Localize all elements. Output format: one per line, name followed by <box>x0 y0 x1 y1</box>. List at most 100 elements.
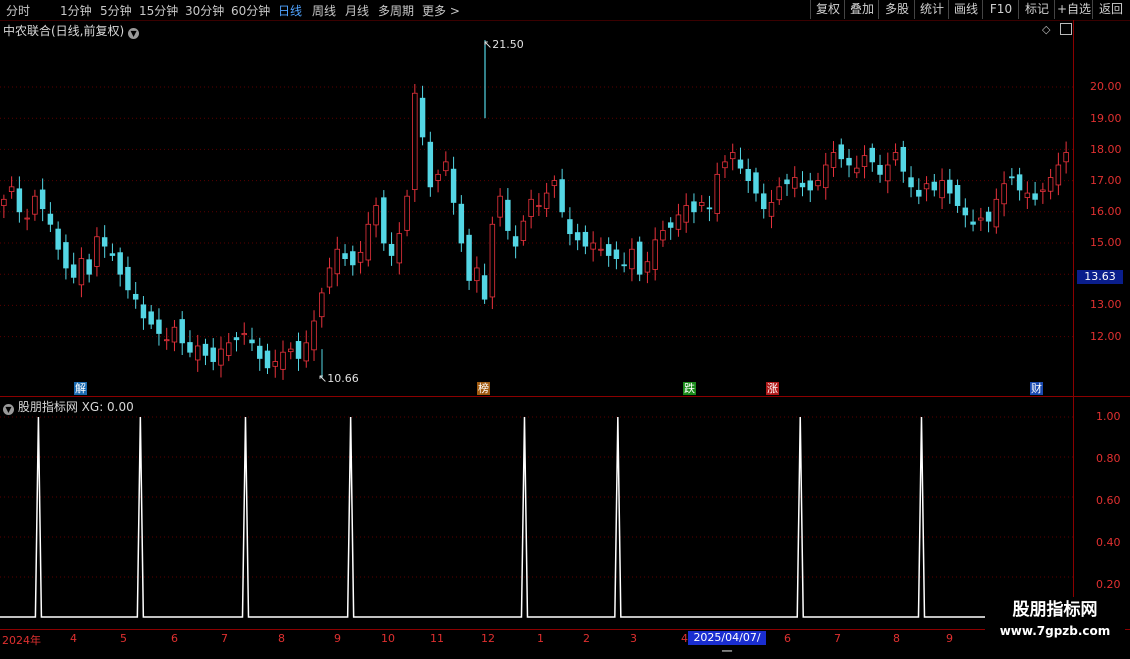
price-tick: 13.00 <box>1090 298 1122 311</box>
tab-5min[interactable]: 5分钟 <box>100 2 132 19</box>
mark-button[interactable]: 标记 <box>1018 0 1055 19</box>
event-badge-finance[interactable]: 财 <box>1030 382 1043 395</box>
add-watchlist-button[interactable]: +自选 <box>1054 0 1093 19</box>
candle-body <box>729 152 736 160</box>
x-tick: 7 <box>834 632 841 645</box>
f10-button[interactable]: F10 <box>982 0 1019 19</box>
candle-body <box>807 180 813 191</box>
candle <box>590 231 596 262</box>
candle-body <box>877 164 883 175</box>
event-badge-rise[interactable]: 涨 <box>766 382 779 395</box>
candle-body <box>241 333 247 336</box>
candle <box>520 215 527 246</box>
indicator-tick: 0.80 <box>1096 452 1121 465</box>
x-tick: 1 <box>537 632 544 645</box>
candle-body <box>667 222 674 228</box>
candle-body <box>474 267 480 282</box>
candle <box>365 212 372 267</box>
candle <box>605 237 612 267</box>
candle <box>854 155 860 179</box>
price-panel-right-border <box>1073 20 1074 397</box>
tab-weekly[interactable]: 周线 <box>312 2 336 19</box>
candle <box>807 172 813 203</box>
tab-15min[interactable]: 15分钟 <box>139 2 178 19</box>
candle <box>947 168 953 204</box>
candle <box>264 343 271 375</box>
candle-body <box>900 146 907 172</box>
candle <box>194 334 201 372</box>
fuquan-button[interactable]: 复权 <box>810 0 845 19</box>
candle-body <box>1001 183 1007 205</box>
candle <box>466 228 472 290</box>
tab-multi-period[interactable]: 多周期 <box>378 2 414 19</box>
multi-stock-button[interactable]: 多股 <box>878 0 915 19</box>
tab-monthly[interactable]: 月线 <box>345 2 369 19</box>
draw-line-button[interactable]: 画线 <box>948 0 983 19</box>
candle-body <box>295 341 302 359</box>
candle <box>559 168 565 218</box>
candle-body <box>78 258 85 286</box>
candle <box>163 327 170 350</box>
candle-body <box>202 343 209 356</box>
candle <box>629 238 635 282</box>
candle <box>450 156 457 215</box>
event-badge-fall[interactable]: 跌 <box>683 382 696 395</box>
tab-30min[interactable]: 30分钟 <box>185 2 224 19</box>
candle-body <box>101 237 108 247</box>
indicator-tick: 1.00 <box>1096 410 1121 423</box>
candle <box>350 245 356 276</box>
candle <box>792 166 798 198</box>
candle <box>481 263 488 304</box>
candle-body <box>16 188 23 213</box>
x-tick: 12 <box>481 632 495 645</box>
x-tick: 6 <box>784 632 791 645</box>
price-tick: 20.00 <box>1090 80 1122 93</box>
candle <box>1032 181 1038 206</box>
candle-body <box>497 195 503 218</box>
candle <box>396 222 403 275</box>
stats-button[interactable]: 统计 <box>914 0 949 19</box>
tab-daily[interactable]: 日线 <box>278 2 302 19</box>
tab-more[interactable]: 更多 > <box>422 2 460 19</box>
price-tick: 18.00 <box>1090 143 1122 156</box>
candle-body <box>636 241 643 275</box>
watermark: 股朋指标网 www.7gpzb.com <box>985 597 1125 645</box>
candle <box>233 332 240 352</box>
candle-body <box>140 304 147 319</box>
candle <box>8 176 15 199</box>
candle <box>939 168 945 210</box>
candle-body <box>350 251 356 266</box>
candle-body <box>1047 177 1054 192</box>
candle <box>241 322 247 345</box>
candle-body <box>931 181 938 191</box>
tab-60min[interactable]: 60分钟 <box>231 2 270 19</box>
event-badge-list[interactable]: 榜 <box>477 382 490 395</box>
candle-body <box>280 351 286 370</box>
tab-fenshi[interactable]: 分时 <box>6 2 30 19</box>
candlestick-chart <box>0 40 1073 380</box>
x-tick: 5 <box>120 632 127 645</box>
candle <box>117 247 123 287</box>
back-button[interactable]: 返回 <box>1092 0 1129 19</box>
x-tick: 11 <box>430 632 444 645</box>
candle-body <box>94 236 100 267</box>
candle-body <box>978 217 984 221</box>
candle-body <box>706 207 713 210</box>
overlay-button[interactable]: 叠加 <box>844 0 879 19</box>
candle <box>1009 168 1015 186</box>
tab-1min[interactable]: 1分钟 <box>60 2 92 19</box>
candle-body <box>1055 164 1062 186</box>
candle-body <box>567 219 573 235</box>
candle <box>970 209 976 232</box>
event-badge-unlock[interactable]: 解 <box>74 382 87 395</box>
candle-body <box>520 220 527 241</box>
candle-body <box>334 248 341 275</box>
candle <box>830 141 837 177</box>
candle <box>877 154 883 183</box>
candle <box>288 342 294 360</box>
candle-body <box>156 319 162 334</box>
candle <box>528 189 534 229</box>
candle <box>1024 181 1031 209</box>
candle-body <box>194 345 201 361</box>
candle-body <box>574 232 581 241</box>
